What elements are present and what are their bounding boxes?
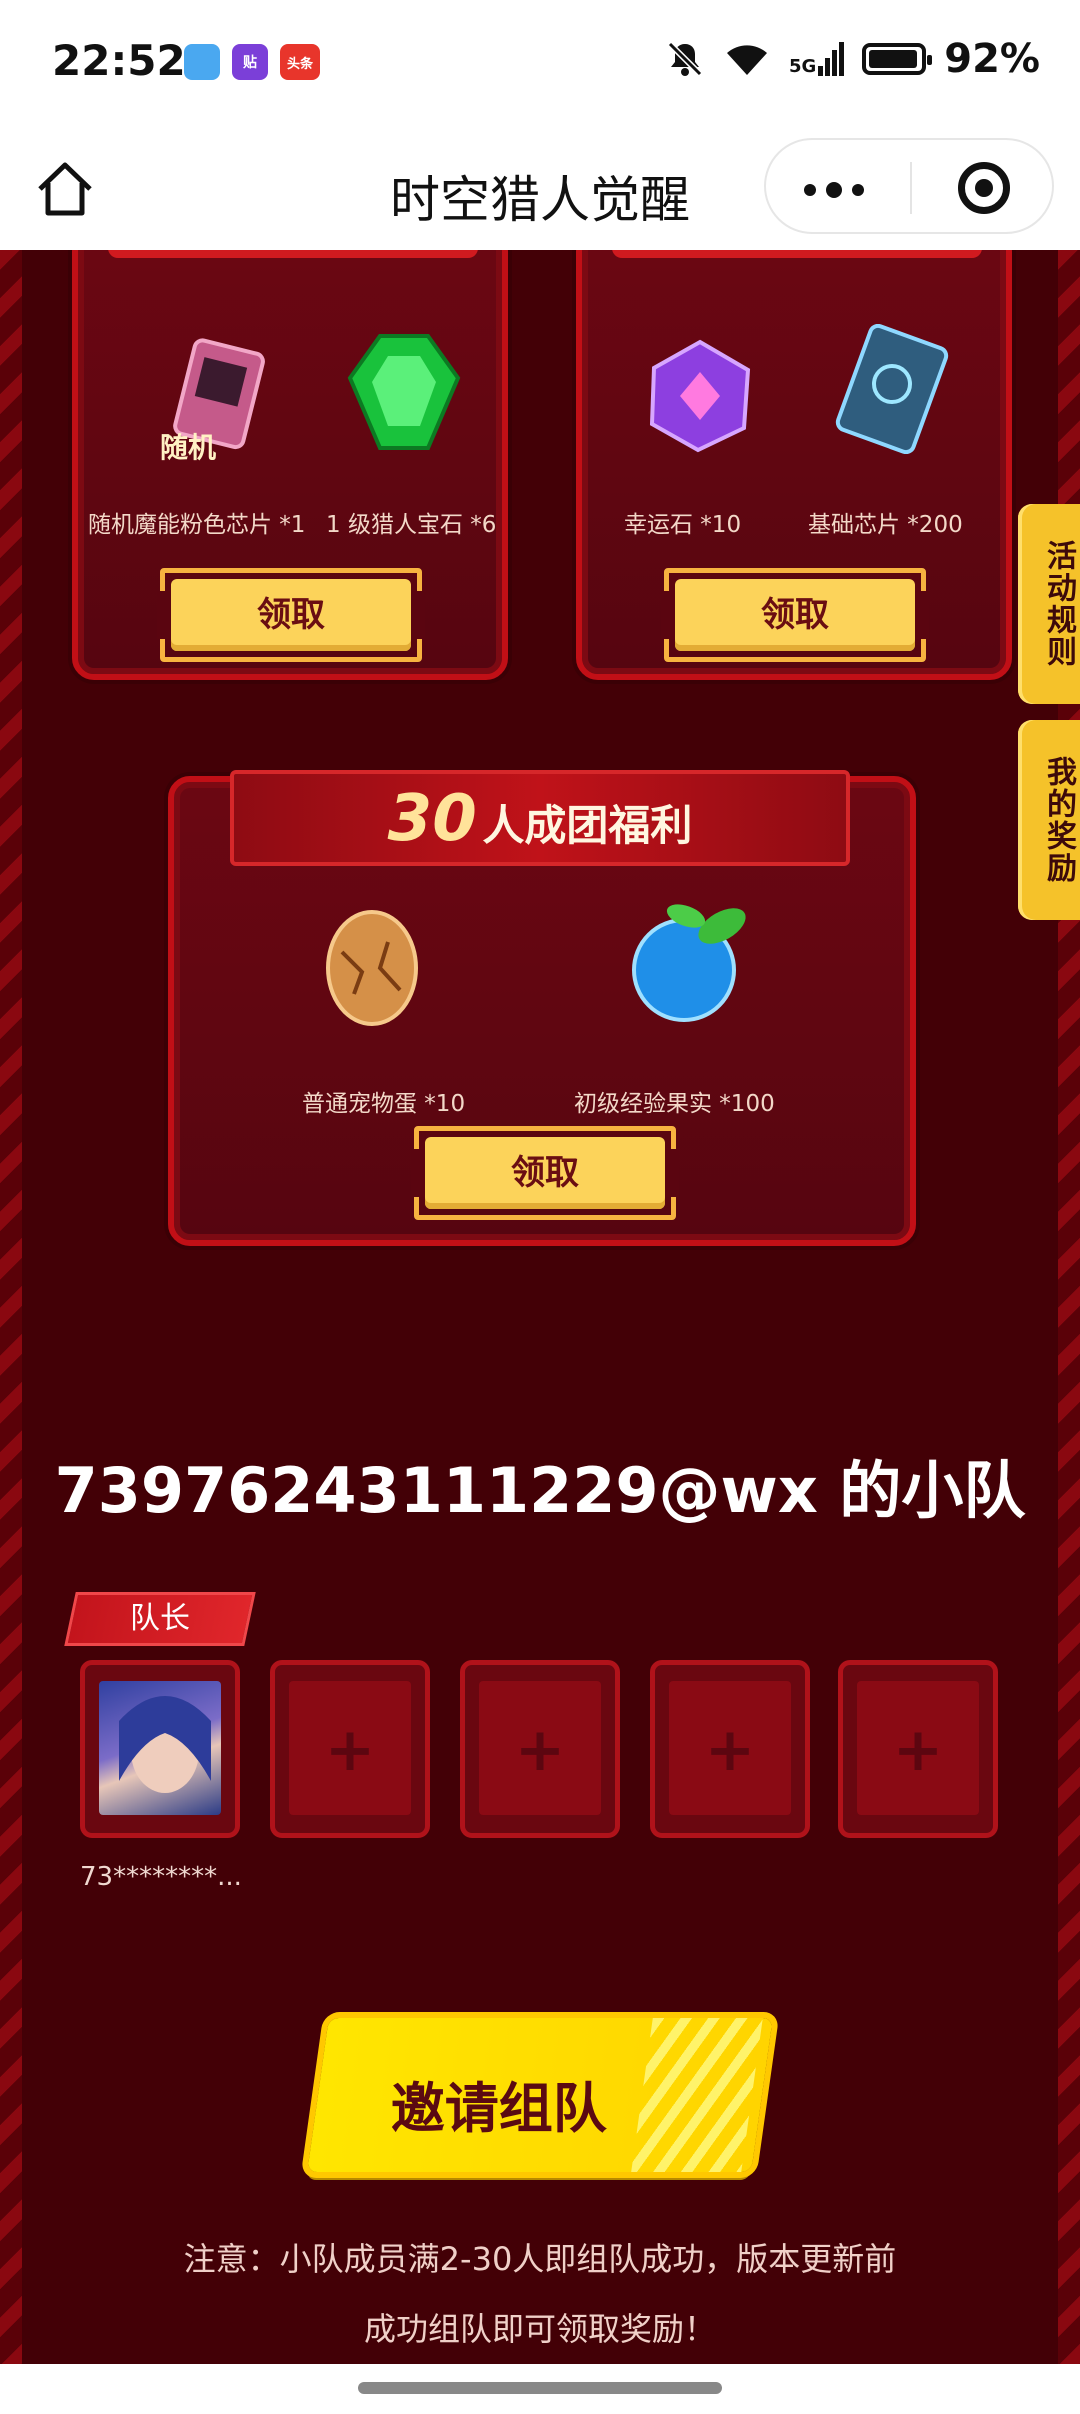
status-right: 5G 92% bbox=[665, 36, 1040, 82]
claim-button-2[interactable]: 领取 bbox=[675, 579, 915, 651]
notice-line-1: 注意：小队成员满2-30人即组队成功，版本更新前 bbox=[183, 2240, 897, 2278]
event-rules-tab[interactable]: 活动规则 bbox=[1018, 504, 1080, 704]
group-bonus-title: 人成团福利 bbox=[482, 801, 693, 850]
mute-bell-icon bbox=[667, 41, 703, 77]
battery-icon bbox=[862, 43, 933, 75]
notice-line-2: 成功组队即可领取奖励！ bbox=[363, 2310, 716, 2348]
team-title: 73976243111229@wx 的小队 bbox=[54, 1454, 1026, 1527]
blue-fruit-icon bbox=[632, 904, 746, 1022]
random-badge: 随机 bbox=[159, 431, 216, 464]
status-bar: 22:52 贴 头条 5G 92% bbox=[0, 0, 1080, 130]
home-indicator bbox=[0, 2364, 1080, 2414]
group-bonus-banner: 30 人成团福利 bbox=[230, 770, 850, 866]
leader-avatar bbox=[99, 1681, 221, 1815]
add-member-icon: + bbox=[324, 1715, 376, 1785]
reward-label: 普通宠物蛋 *10 bbox=[302, 1091, 466, 1117]
team-slot-empty[interactable]: + bbox=[650, 1660, 810, 1838]
leader-tag: 队长 bbox=[64, 1592, 256, 1646]
mini-program-capsule bbox=[764, 138, 1054, 234]
more-menu-icon[interactable] bbox=[804, 182, 864, 198]
battery-percent: 92% bbox=[944, 36, 1040, 82]
weather-app-icon bbox=[184, 44, 220, 80]
notification-icons: 贴 头条 bbox=[184, 44, 320, 80]
team-slot-empty[interactable]: + bbox=[838, 1660, 998, 1838]
reward-label: 初级经验果实 *100 bbox=[574, 1091, 775, 1117]
blue-chip-icon bbox=[835, 324, 949, 454]
purple-lucky-stone-icon bbox=[649, 339, 751, 453]
team-slot-empty[interactable]: + bbox=[270, 1660, 430, 1838]
group-size: 30 bbox=[387, 782, 477, 856]
left-border-decoration bbox=[0, 250, 22, 2364]
my-rewards-tab[interactable]: 我的奖励 bbox=[1018, 720, 1080, 920]
reward-label: 幸运石 *10 bbox=[624, 512, 742, 538]
reward-label: 随机魔能粉色芯片 *1 bbox=[88, 512, 306, 538]
leader-name: 73********... bbox=[80, 1862, 242, 1892]
event-page: 随机 随机魔能粉色芯片 *1 1 级猎人宝石 *6 领取 幸运石 *10 基础芯… bbox=[0, 250, 1080, 2364]
reward-label: 1 级猎人宝石 *6 bbox=[326, 512, 497, 538]
invite-team-button[interactable]: 邀请组队 bbox=[307, 2018, 773, 2172]
team-slot-empty[interactable]: + bbox=[460, 1660, 620, 1838]
add-member-icon: + bbox=[892, 1715, 944, 1785]
wifi-icon bbox=[726, 45, 767, 75]
close-mini-program-icon[interactable] bbox=[958, 162, 1010, 214]
claim-group-bonus-button[interactable]: 领取 bbox=[425, 1137, 665, 1209]
claim-button-1[interactable]: 领取 bbox=[171, 579, 411, 651]
add-member-icon: + bbox=[514, 1715, 566, 1785]
cellular-icon: 5G bbox=[789, 42, 845, 76]
pet-egg-icon bbox=[326, 910, 418, 1026]
green-gem-icon bbox=[347, 334, 461, 450]
status-time: 22:52 bbox=[52, 36, 186, 85]
reward-label: 基础芯片 *200 bbox=[808, 512, 963, 538]
toutiao-app-icon: 头条 bbox=[280, 44, 320, 80]
tieba-app-icon: 贴 bbox=[232, 44, 268, 80]
team-slot-leader bbox=[80, 1660, 240, 1838]
title-bar: 时空猎人觉醒 bbox=[0, 130, 1080, 250]
add-member-icon: + bbox=[704, 1715, 756, 1785]
